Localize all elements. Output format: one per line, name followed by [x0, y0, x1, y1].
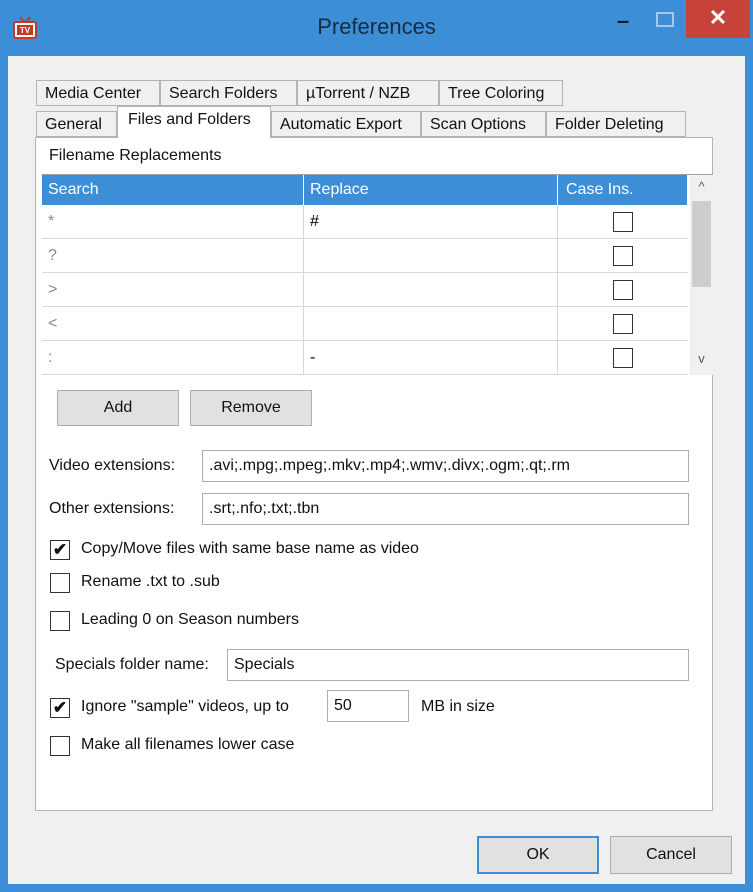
case-insensitive-checkbox[interactable] — [613, 280, 633, 300]
sample-size-unit-label: MB in size — [421, 698, 495, 715]
close-icon: ✕ — [708, 5, 728, 30]
video-extensions-input[interactable]: .avi;.mpg;.mpeg;.mkv;.mp4;.wmv;.divx;.og… — [202, 450, 689, 482]
tab-scan-options[interactable]: Scan Options — [421, 111, 546, 137]
lowercase-checkbox[interactable] — [50, 736, 70, 756]
grid-header: Search Replace Case Ins. — [42, 175, 688, 205]
table-row[interactable]: ? — [42, 239, 688, 273]
rename-txt-label[interactable]: Rename .txt to .sub — [81, 573, 220, 591]
replacements-grid[interactable]: Search Replace Case Ins. * # ? > < : - ^… — [42, 174, 713, 375]
cell-replace[interactable]: # — [304, 205, 558, 238]
remove-button[interactable]: Remove — [190, 390, 312, 426]
tab-general[interactable]: General — [36, 111, 117, 137]
cell-search[interactable]: > — [42, 273, 304, 306]
cancel-button[interactable]: Cancel — [610, 836, 732, 874]
title-bar[interactable]: TV Preferences – ✕ — [0, 0, 753, 56]
tab-tree-coloring[interactable]: Tree Coloring — [439, 80, 563, 106]
cell-replace[interactable] — [304, 273, 558, 306]
minimize-button[interactable]: – — [606, 6, 640, 40]
cell-replace[interactable] — [304, 307, 558, 340]
rename-txt-checkbox[interactable] — [50, 573, 70, 593]
column-header-replace[interactable]: Replace — [304, 175, 558, 205]
copy-move-checkbox[interactable]: ✔ — [50, 540, 70, 560]
copy-move-label[interactable]: Copy/Move files with same base name as v… — [81, 540, 419, 558]
table-row[interactable]: > — [42, 273, 688, 307]
specials-folder-input[interactable]: Specials — [227, 649, 689, 681]
tab-search-folders[interactable]: Search Folders — [160, 80, 297, 106]
leading-zero-label[interactable]: Leading 0 on Season numbers — [81, 611, 299, 629]
case-insensitive-checkbox[interactable] — [613, 212, 633, 232]
other-extensions-label: Other extensions: — [49, 500, 175, 517]
table-row[interactable]: < — [42, 307, 688, 341]
cell-search[interactable]: ? — [42, 239, 304, 272]
sample-size-input[interactable]: 50 — [327, 690, 409, 722]
cell-search[interactable]: * — [42, 205, 304, 238]
tab-files-and-folders[interactable]: Files and Folders — [117, 106, 271, 138]
case-insensitive-checkbox[interactable] — [613, 314, 633, 334]
preferences-window: TV Preferences – ✕ Media Center Search F… — [0, 0, 753, 892]
close-button[interactable]: ✕ — [686, 0, 750, 38]
table-row[interactable]: * # — [42, 205, 688, 239]
leading-zero-checkbox[interactable] — [50, 611, 70, 631]
scroll-up-icon[interactable]: ^ — [690, 179, 713, 199]
tab-folder-deleting[interactable]: Folder Deleting — [546, 111, 686, 137]
maximize-icon — [656, 12, 674, 27]
tab-utorrent-nzb[interactable]: µTorrent / NZB — [297, 80, 439, 106]
case-insensitive-checkbox[interactable] — [613, 246, 633, 266]
grid-scrollbar[interactable]: ^ v — [690, 175, 713, 375]
lowercase-label[interactable]: Make all filenames lower case — [81, 736, 294, 754]
ignore-sample-label[interactable]: Ignore "sample" videos, up to — [81, 698, 289, 716]
case-insensitive-checkbox[interactable] — [613, 348, 633, 368]
scroll-thumb[interactable] — [692, 201, 711, 287]
ignore-sample-checkbox[interactable]: ✔ — [50, 698, 70, 718]
column-header-case-ins[interactable]: Case Ins. — [558, 175, 688, 205]
cell-replace[interactable]: - — [304, 341, 558, 374]
add-button[interactable]: Add — [57, 390, 179, 426]
window-title: Preferences — [317, 14, 436, 39]
ok-button[interactable]: OK — [477, 836, 599, 874]
filename-replacements-label: Filename Replacements — [49, 147, 222, 164]
tab-media-center[interactable]: Media Center — [36, 80, 160, 106]
video-extensions-label: Video extensions: — [49, 457, 176, 474]
tab-automatic-export[interactable]: Automatic Export — [271, 111, 421, 137]
column-header-search[interactable]: Search — [42, 175, 304, 205]
table-row[interactable]: : - — [42, 341, 688, 375]
cell-search[interactable]: < — [42, 307, 304, 340]
cell-search[interactable]: : — [42, 341, 304, 374]
minimize-icon: – — [616, 8, 630, 33]
maximize-button[interactable] — [646, 6, 680, 40]
specials-folder-label: Specials folder name: — [55, 656, 209, 673]
scroll-down-icon[interactable]: v — [690, 351, 713, 371]
other-extensions-input[interactable]: .srt;.nfo;.txt;.tbn — [202, 493, 689, 525]
cell-replace[interactable] — [304, 239, 558, 272]
